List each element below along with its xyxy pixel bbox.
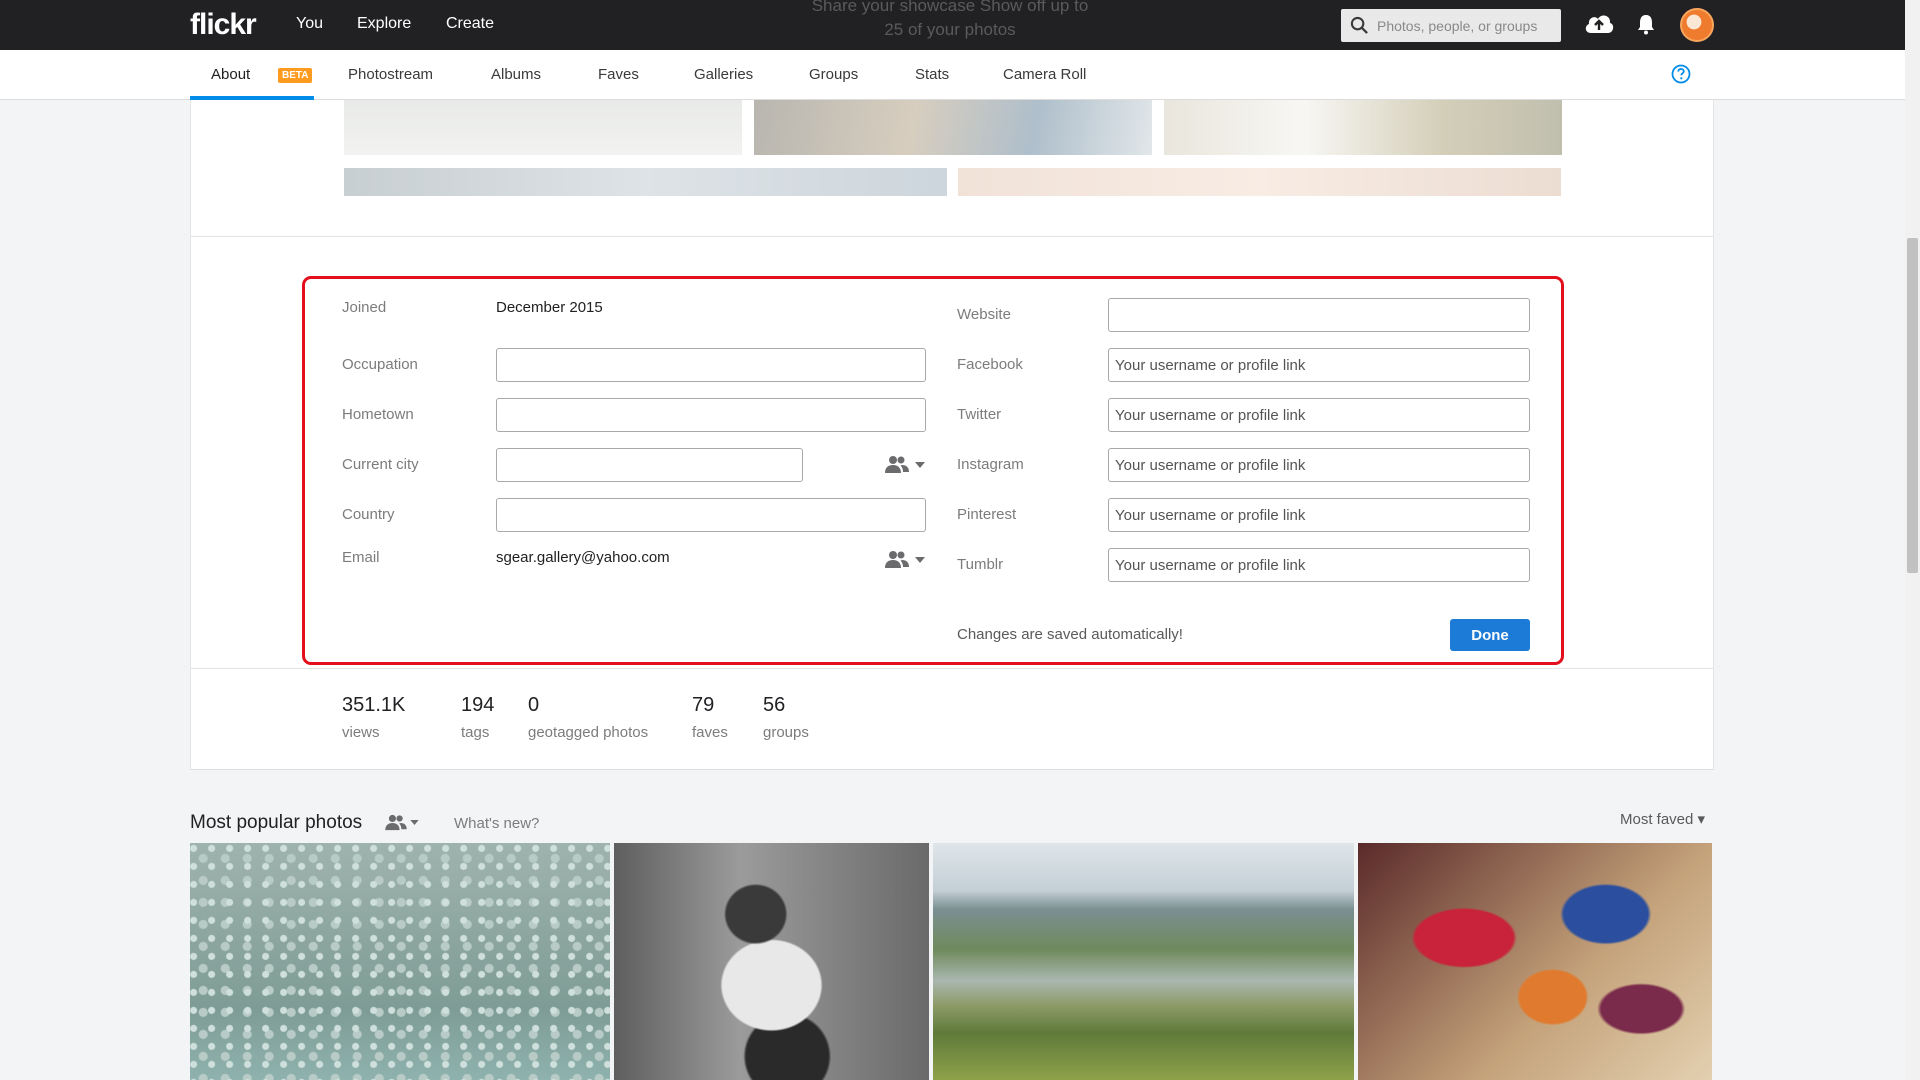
top-navigation-bar: Share your showcase Show off up to 25 of… [0,0,1905,50]
showcase-ghost-text: Share your showcase Show off up to 25 of… [811,0,1089,39]
popular-photo-portrait-scooter[interactable] [614,843,929,1080]
stat-label-faves: faves [692,724,728,741]
sort-dropdown[interactable]: Most faved ▾ [1620,810,1705,828]
showcase-thumbnail[interactable] [754,100,1152,155]
people-icon [885,456,909,473]
beta-badge: BETA [278,68,313,83]
chevron-down-icon [915,556,925,563]
sort-label: Most faved [1620,811,1694,828]
occupation-label: Occupation [342,356,418,373]
stat-label-groups: groups [763,724,809,741]
joined-value: December 2015 [496,299,603,316]
pinterest-field[interactable] [1108,498,1530,532]
showcase-thumbnail[interactable] [344,100,742,155]
divider [191,668,1713,669]
most-popular-title: Most popular photos [190,812,363,833]
stat-value-tags[interactable]: 194 [461,694,494,717]
popular-photo-landscape-lake[interactable] [933,843,1354,1080]
tumblr-label: Tumblr [957,556,1004,573]
twitter-label: Twitter [957,406,1002,423]
upload-icon[interactable] [1583,11,1615,37]
hometown-label: Hometown [342,406,414,423]
autosave-note: Changes are saved automatically! [957,626,1183,643]
showcase-thumbnail[interactable] [958,168,1561,196]
scrollbar-thumb[interactable] [1907,238,1918,573]
flickr-logo[interactable]: flickr [190,8,257,42]
tab-albums[interactable]: Albums [491,66,541,83]
popular-photo-water-drops[interactable] [190,843,610,1080]
stat-label-geotagged: geotagged photos [528,724,649,741]
people-icon [385,814,407,831]
tab-stats[interactable]: Stats [915,66,949,83]
country-label: Country [342,506,395,523]
search-input[interactable] [1377,16,1552,36]
search-icon [1350,16,1368,34]
search-box[interactable] [1341,9,1561,42]
email-value: sgear.gallery@yahoo.com [496,549,670,566]
profile-subnav: About BETA Photostream Albums Faves Gall… [0,50,1905,100]
tab-groups[interactable]: Groups [809,66,858,83]
twitter-field[interactable] [1108,398,1530,432]
stat-value-views[interactable]: 351.1K [342,694,405,717]
tab-camera-roll[interactable]: Camera Roll [1003,66,1086,83]
stat-label-views: views [342,724,380,741]
email-privacy-selector[interactable] [885,550,925,569]
pinterest-label: Pinterest [957,506,1017,523]
stat-value-faves[interactable]: 79 [692,694,714,717]
facebook-field[interactable] [1108,348,1530,382]
stat-label-tags: tags [461,724,490,741]
showcase-thumbnail[interactable] [344,168,947,196]
nav-link-you[interactable]: You [296,15,323,33]
popular-photo-textile-bags[interactable] [1358,843,1712,1080]
notifications-bell-icon[interactable] [1636,13,1656,35]
chevron-down-icon [410,820,419,825]
instagram-label: Instagram [957,456,1024,473]
facebook-label: Facebook [957,356,1023,373]
occupation-field[interactable] [496,348,926,382]
tab-galleries[interactable]: Galleries [694,66,753,83]
divider [191,236,1713,237]
tab-about[interactable]: About [211,66,250,83]
tumblr-field[interactable] [1108,548,1530,582]
whats-new-link[interactable]: What's new? [454,815,539,832]
stat-value-groups[interactable]: 56 [763,694,785,717]
joined-label: Joined [342,299,387,316]
tab-photostream[interactable]: Photostream [348,66,433,83]
country-field[interactable] [496,498,926,532]
people-icon [885,551,909,568]
nav-link-explore[interactable]: Explore [357,15,411,33]
chevron-down-icon: ▾ [1697,811,1706,828]
current-city-field[interactable] [496,448,803,482]
instagram-field[interactable] [1108,448,1530,482]
website-label: Website [957,306,1011,323]
website-field[interactable] [1108,298,1530,332]
stat-value-geotagged[interactable]: 0 [528,694,539,717]
current-city-privacy-selector[interactable] [885,455,925,474]
current-city-label: Current city [342,456,419,473]
done-button[interactable]: Done [1450,619,1530,651]
nav-link-create[interactable]: Create [446,15,494,33]
showcase-thumbnail[interactable] [1164,100,1562,155]
email-label: Email [342,549,380,566]
user-avatar[interactable] [1680,8,1714,42]
tab-faves[interactable]: Faves [598,66,639,83]
hometown-field[interactable] [496,398,926,432]
popular-privacy-selector[interactable] [385,814,419,831]
help-icon[interactable] [1671,64,1691,84]
chevron-down-icon [915,461,925,468]
